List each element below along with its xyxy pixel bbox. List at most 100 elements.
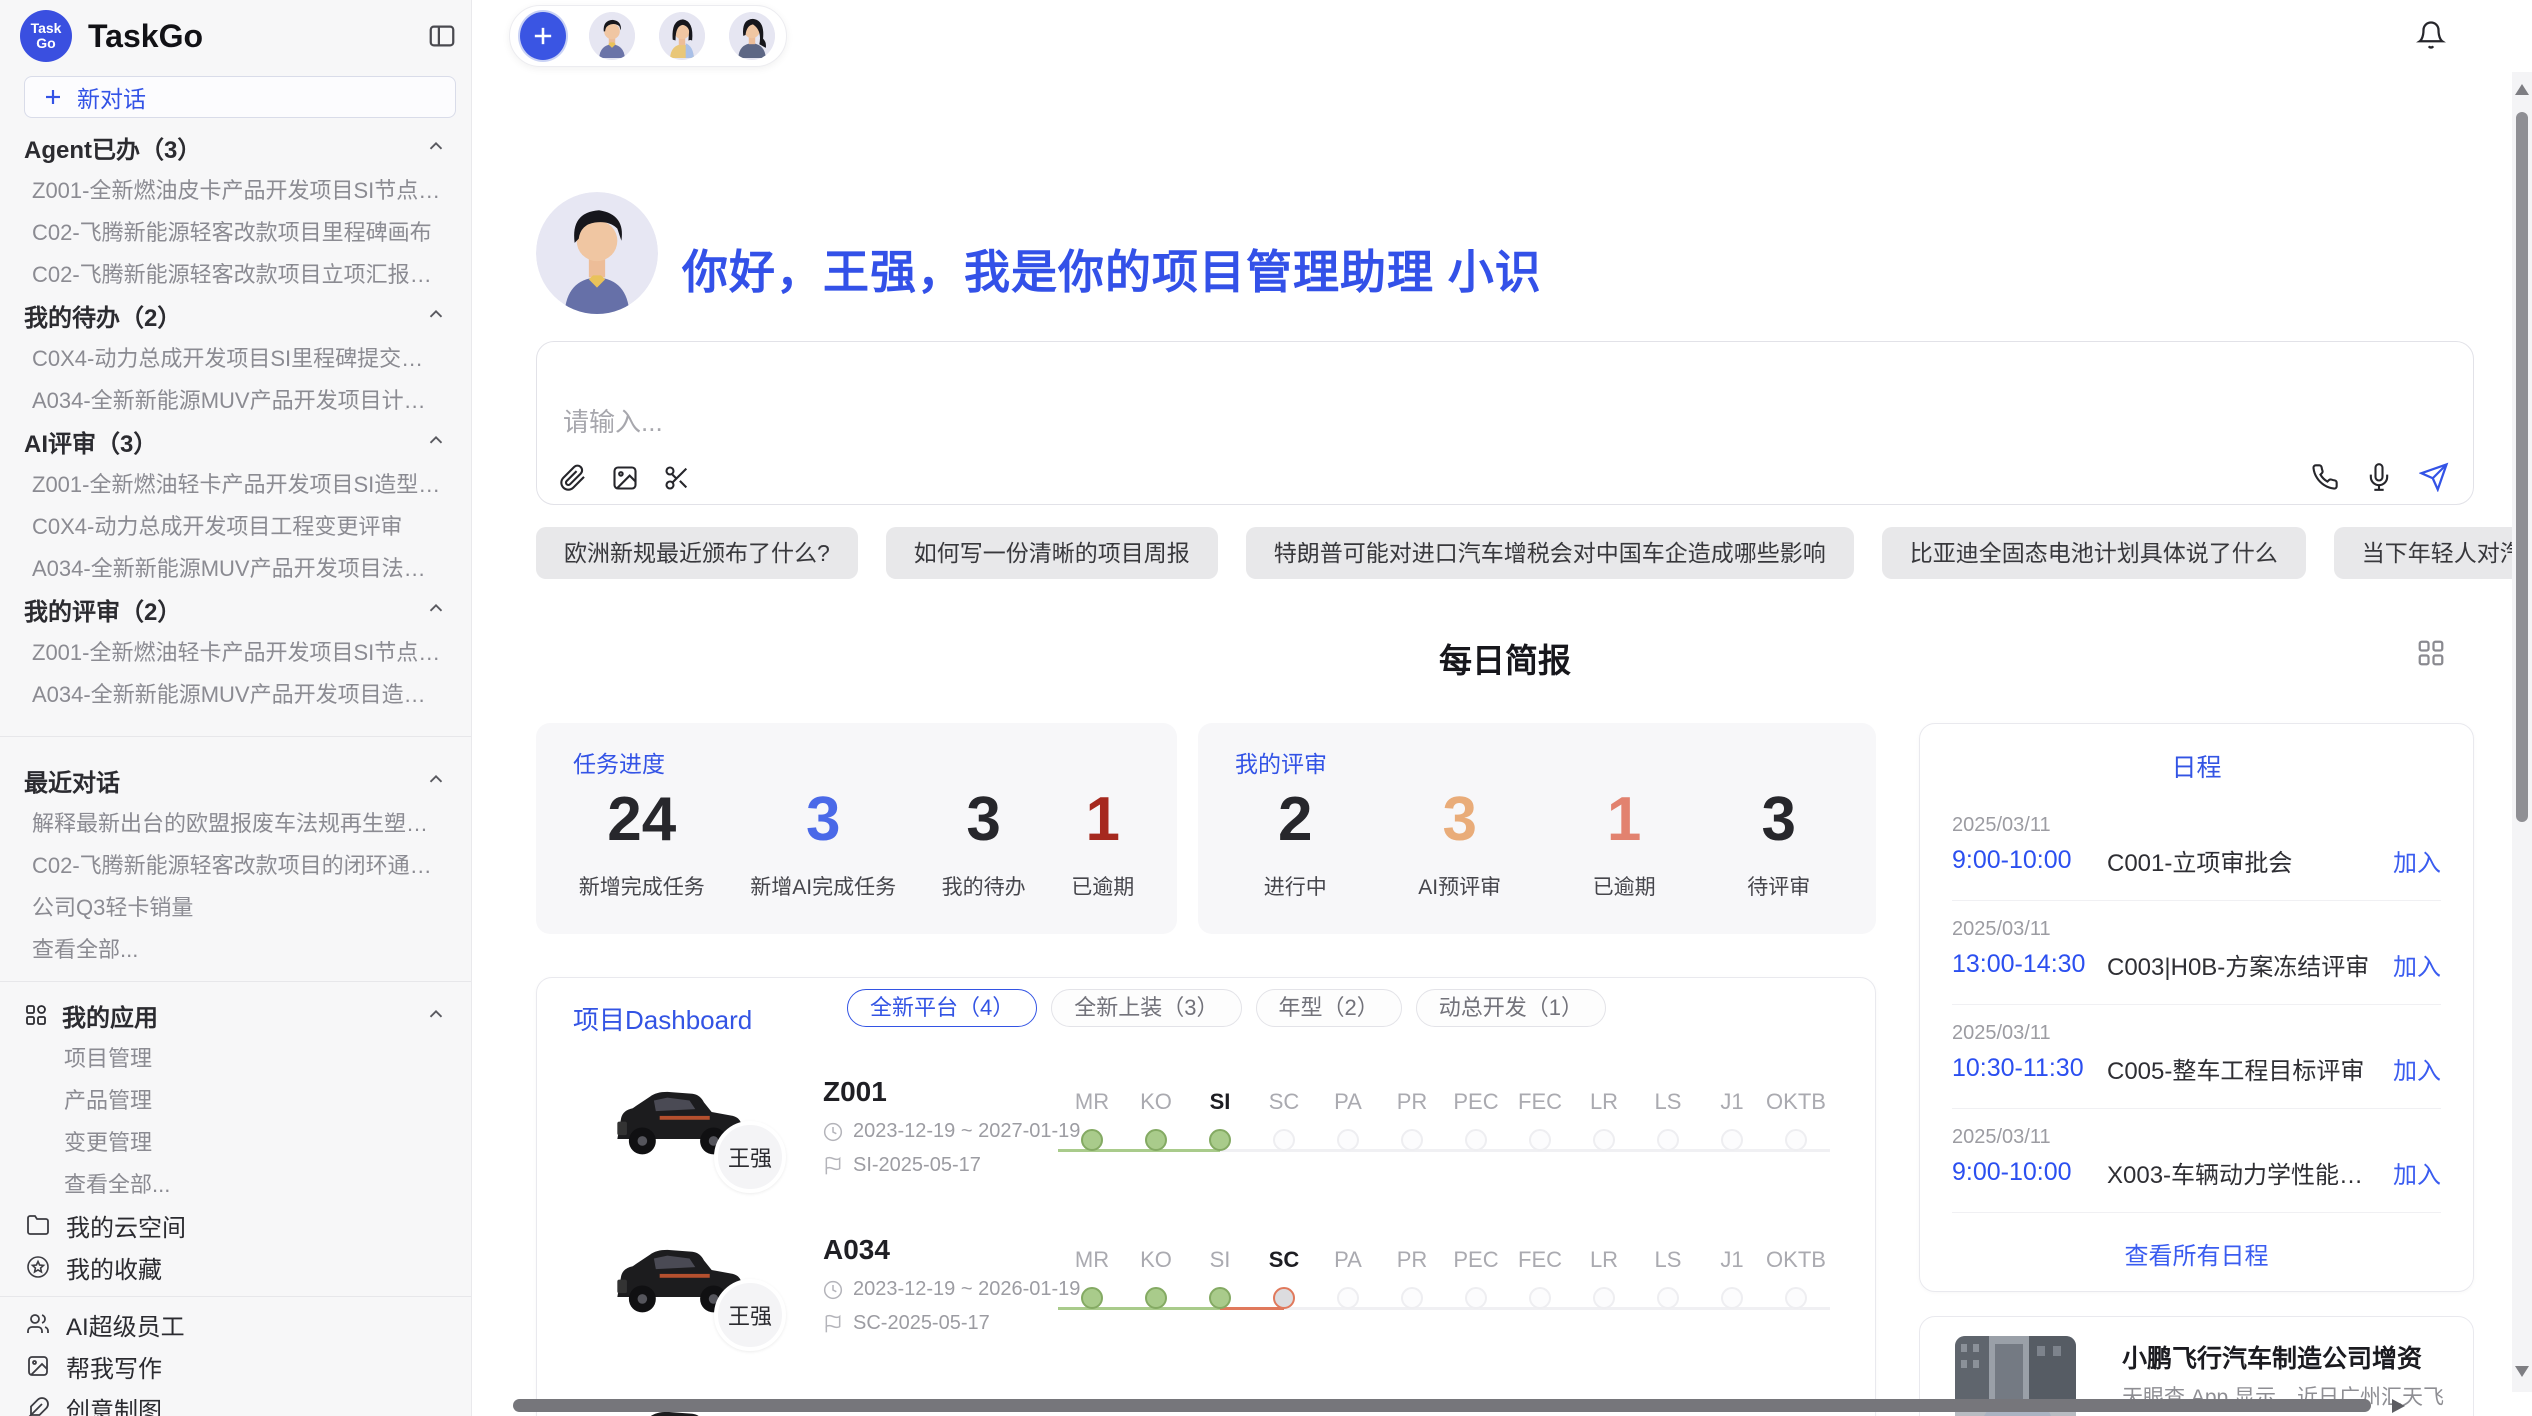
milestone-SC: SC (1252, 1088, 1316, 1151)
star-circle-icon (26, 1255, 50, 1279)
tab-powertrain[interactable]: 动总开发（1） (1416, 989, 1606, 1027)
apps-view-all[interactable]: 查看全部... (0, 1162, 471, 1204)
join-button[interactable]: 加入 (2393, 1051, 2441, 1086)
milestone-SI: SI (1188, 1088, 1252, 1151)
sidebar-item-creative-draw[interactable]: 创意制图 (0, 1387, 471, 1416)
sidebar-item[interactable]: C0X4-动力总成开发项目工程变更评审 (0, 504, 471, 546)
add-agent-button[interactable] (520, 12, 566, 60)
milestone-segment (1412, 1149, 1476, 1152)
chevron-up-icon (425, 136, 447, 158)
agent-avatar-2[interactable] (658, 11, 706, 61)
milestone-LS: LS (1636, 1246, 1700, 1309)
divider (0, 736, 471, 737)
clock-icon (823, 1280, 843, 1300)
section-agent-done[interactable]: Agent已办（3） (0, 126, 471, 168)
tab-new-platform[interactable]: 全新平台（4） (847, 989, 1037, 1027)
milestone-dot (1273, 1129, 1295, 1151)
recent-chat-item[interactable]: C02-飞腾新能源轻客改款项目的闭环通告反馈情况 (0, 843, 471, 885)
news-title: 小鹏飞行汽车制造公司增资 (2122, 1339, 2422, 1375)
sidebar-item[interactable]: A034-全新新能源MUV产品开发项目造型可行性评审 (0, 672, 471, 714)
event-title: C003|H0B-方案冻结评审 (2107, 947, 2381, 982)
milestone-PEC: PEC (1444, 1246, 1508, 1309)
project-row[interactable]: 王强 A034 2023-12-19 ~ 2026-01-19 SC-2025-… (537, 1220, 1875, 1380)
recent-chat-item[interactable]: 解释最新出台的欧盟报废车法规再生塑料比例被调至15%... (0, 801, 471, 843)
send-icon[interactable] (2419, 462, 2449, 492)
logo-text-top: Task (31, 21, 62, 36)
milestone-segment (1156, 1307, 1220, 1310)
recent-view-all[interactable]: 查看全部... (0, 927, 471, 969)
scissors-icon[interactable] (663, 464, 691, 492)
milestone-J1: J1 (1700, 1088, 1764, 1151)
sidebar-item-help-write[interactable]: 帮我写作 (0, 1345, 471, 1387)
horizontal-scrollbar-thumb[interactable] (513, 1399, 2371, 1412)
phone-icon[interactable] (2311, 463, 2339, 491)
sidebar-item-ai-super-staff[interactable]: AI超级员工 (0, 1303, 471, 1345)
view-all-schedule[interactable]: 查看所有日程 (1920, 1236, 2473, 1271)
section-recent-chats[interactable]: 最近对话 (0, 759, 471, 801)
section-my-apps[interactable]: 我的应用 (0, 994, 471, 1036)
composer-input[interactable] (561, 400, 2065, 456)
sidebar-item[interactable]: C02-飞腾新能源轻客改款项目立项汇报方案 (0, 252, 471, 294)
sidebar-item[interactable]: A034-全新新能源MUV产品开发项目法规符合性评审 (0, 546, 471, 588)
milestone-dot (1337, 1287, 1359, 1309)
scroll-up-arrow[interactable] (2515, 84, 2529, 95)
new-chat-button[interactable]: 新对话 (24, 76, 456, 118)
event-time: 13:00-14:30 (1952, 950, 2107, 979)
sidebar-item[interactable]: C02-飞腾新能源轻客改款项目里程碑画布 (0, 210, 471, 252)
suggestion-chip[interactable]: 当下年轻人对汽车外观有怎样的喜好趋势 (2334, 527, 2532, 579)
tab-model-year[interactable]: 年型（2） (1256, 989, 1402, 1027)
tab-new-body[interactable]: 全新上装（3） (1051, 989, 1241, 1027)
sidebar-item[interactable]: C0X4-动力总成开发项目SI里程碑提交物检查 (0, 336, 471, 378)
milestone-dot (1785, 1287, 1807, 1309)
sidebar-item[interactable]: Z001-全新燃油轻卡产品开发项目SI造型提交物评审 (0, 462, 471, 504)
section-my-review[interactable]: 我的评审（2） (0, 588, 471, 630)
app-item-product[interactable]: 产品管理 (0, 1078, 471, 1120)
event-date: 2025/03/11 (1952, 814, 2051, 837)
clock-icon (823, 1122, 843, 1142)
scroll-down-arrow[interactable] (2515, 1366, 2529, 1377)
app-item-change[interactable]: 变更管理 (0, 1120, 471, 1162)
user-avatar[interactable]: 王强 (2461, 7, 2515, 61)
milestone-segment (1476, 1307, 1540, 1310)
milestone-KO: KO (1124, 1246, 1188, 1309)
sidebar-header: Task Go TaskGo (20, 10, 457, 62)
chevron-up-icon (425, 430, 447, 452)
event-title: X003-车辆动力学性能验... (2107, 1155, 2381, 1190)
join-button[interactable]: 加入 (2393, 1155, 2441, 1190)
agent-avatar-1[interactable] (588, 11, 636, 61)
paperclip-icon[interactable] (559, 464, 587, 492)
stat: 24新增完成任务 (579, 785, 705, 901)
dashboard-tabs: 全新平台（4） 全新上装（3） 年型（2） 动总开发（1） (847, 989, 1606, 1027)
composer (536, 341, 2474, 505)
suggestion-chip[interactable]: 如何写一份清晰的项目周报 (886, 527, 1218, 579)
sidebar-item[interactable]: Z001-全新燃油轻卡产品开发项目SI节点属性5D文件评审 (0, 630, 471, 672)
join-button[interactable]: 加入 (2393, 947, 2441, 982)
sidebar-item-cloud-space[interactable]: 我的云空间 (0, 1204, 471, 1246)
milestone-dot (1145, 1129, 1167, 1151)
project-row[interactable]: 王强 Z001 2023-12-19 ~ 2027-01-19 SI-2025-… (537, 1062, 1875, 1222)
join-button[interactable]: 加入 (2393, 843, 2441, 878)
sidebar-item[interactable]: A034-全新新能源MUV产品开发项目计划变更表编写 (0, 378, 471, 420)
app-item-project[interactable]: 项目管理 (0, 1036, 471, 1078)
image-attach-icon[interactable] (611, 464, 639, 492)
sidebar-item[interactable]: Z001-全新燃油皮卡产品开发项目SI节点Lesson Learn报告 (0, 168, 471, 210)
section-my-todo[interactable]: 我的待办（2） (0, 294, 471, 336)
vertical-scrollbar-thumb[interactable] (2516, 112, 2528, 822)
agent-avatar-3[interactable] (728, 11, 776, 61)
suggestion-chip[interactable]: 特朗普可能对进口汽车增税会对中国车企造成哪些影响 (1246, 527, 1854, 579)
milestone-dot (1529, 1129, 1551, 1151)
suggestion-chip[interactable]: 比亚迪全固态电池计划具体说了什么 (1882, 527, 2306, 579)
event-time: 10:30-11:30 (1952, 1054, 2107, 1083)
users-icon (26, 1312, 50, 1336)
microphone-icon[interactable] (2365, 463, 2393, 491)
notification-bell-icon[interactable] (2416, 20, 2446, 50)
scroll-right-arrow[interactable] (2392, 1399, 2405, 1413)
layout-grid-icon[interactable] (2416, 638, 2446, 668)
collapse-sidebar-icon[interactable] (427, 21, 457, 51)
sidebar-item-favorites[interactable]: 我的收藏 (0, 1246, 471, 1288)
section-ai-review[interactable]: AI评审（3） (0, 420, 471, 462)
milestone-SI: SI (1188, 1246, 1252, 1309)
suggestion-chip[interactable]: 欧洲新规最近颁布了什么? (536, 527, 858, 579)
recent-chat-item[interactable]: 公司Q3轻卡销量 (0, 885, 471, 927)
milestone-dot (1081, 1129, 1103, 1151)
